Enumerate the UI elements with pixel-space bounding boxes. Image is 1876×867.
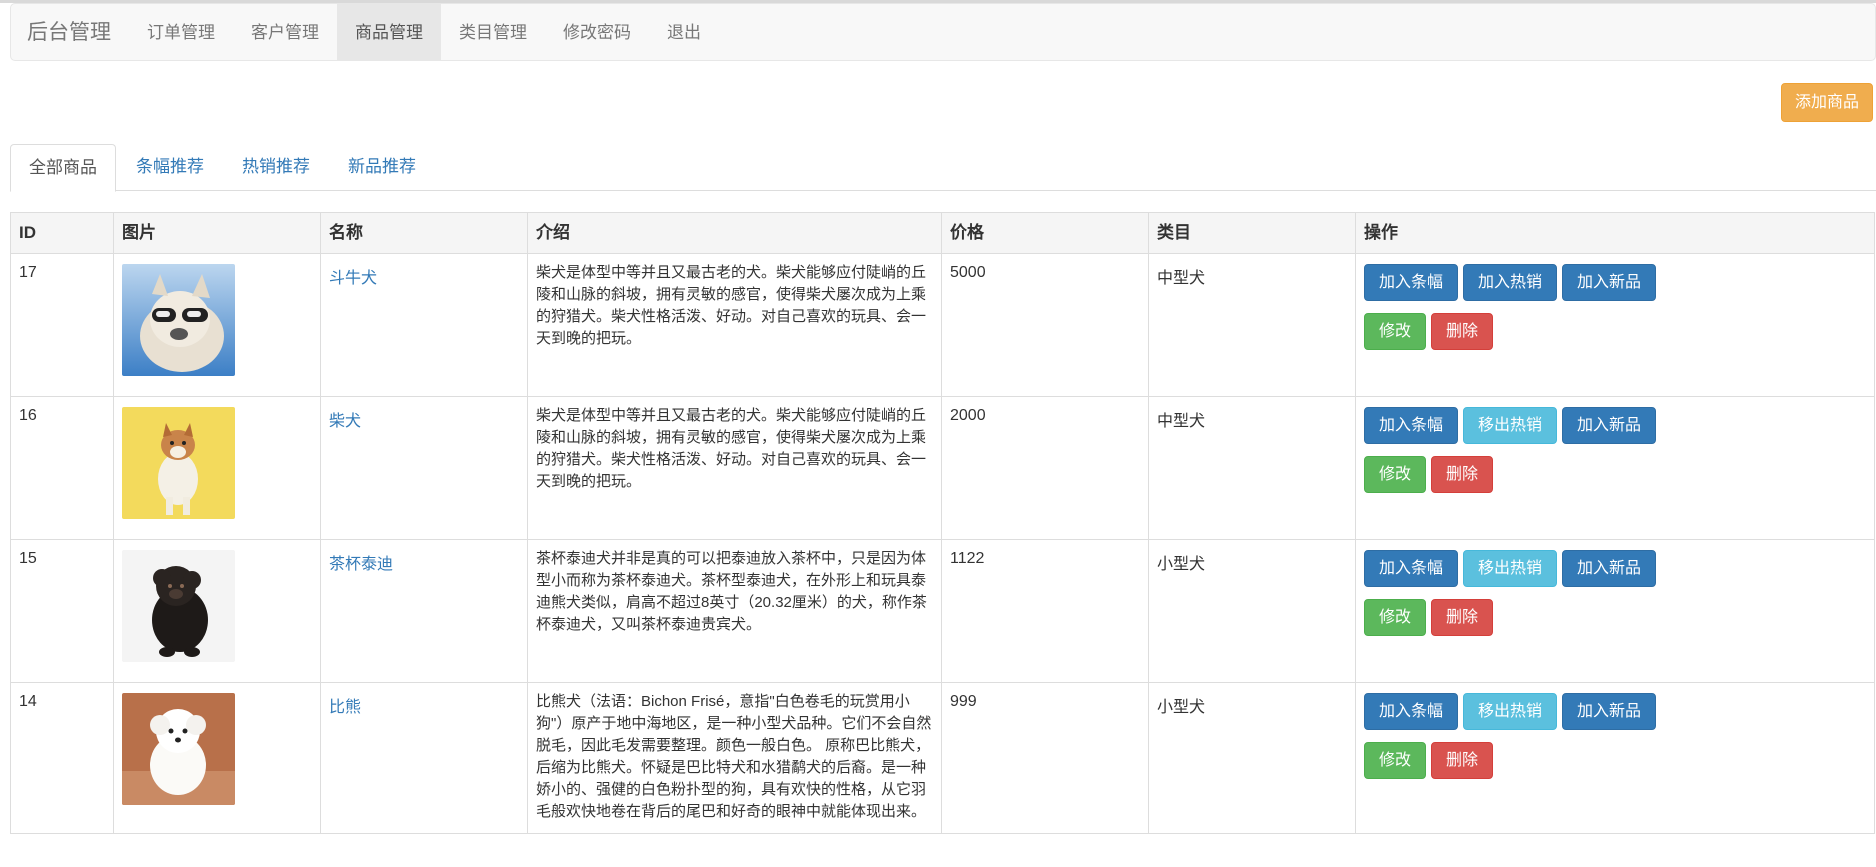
product-image [122, 693, 235, 805]
cell-description: 茶杯泰迪犬并非是真的可以把泰迪放入茶杯中，只是因为体型小而称为茶杯泰迪犬。茶杯型… [527, 539, 942, 683]
header-description: 介绍 [527, 212, 942, 254]
cell-actions: 加入条幅 移出热销 加入新品 修改 删除 [1355, 396, 1875, 540]
add-banner-button[interactable]: 加入条幅 [1364, 264, 1459, 301]
nav-item-products[interactable]: 商品管理 [337, 4, 441, 60]
product-name-link[interactable]: 柴犬 [329, 413, 361, 430]
cell-category: 小型犬 [1148, 539, 1356, 683]
header-id: ID [10, 212, 114, 254]
cell-price: 2000 [941, 396, 1149, 540]
cell-price: 5000 [941, 253, 1149, 397]
header-price: 价格 [941, 212, 1149, 254]
cell-image [113, 396, 321, 540]
cell-actions: 加入条幅 移出热销 加入新品 修改 删除 [1355, 682, 1875, 834]
cell-actions: 加入条幅 加入热销 加入新品 修改 删除 [1355, 253, 1875, 397]
tab-hot-recommend[interactable]: 热销推荐 [224, 144, 328, 191]
add-new-button[interactable]: 加入新品 [1562, 407, 1657, 444]
header-actions: 操作 [1355, 212, 1875, 254]
header-category: 类目 [1148, 212, 1356, 254]
product-name-link[interactable]: 比熊 [329, 699, 361, 716]
nav-item-customers[interactable]: 客户管理 [233, 4, 337, 60]
add-product-button[interactable]: 添加商品 [1781, 83, 1873, 122]
remove-hot-button[interactable]: 移出热销 [1463, 407, 1558, 444]
cell-image [113, 253, 321, 397]
cell-image [113, 682, 321, 834]
cell-actions: 加入条幅 移出热销 加入新品 修改 删除 [1355, 539, 1875, 683]
table-row: 16 柴犬 柴犬是体型中等并且又最古老的犬。柴犬能够应付陡峭的丘陵和山脉的斜坡，… [10, 396, 1875, 540]
add-new-button[interactable]: 加入新品 [1562, 693, 1657, 730]
add-banner-button[interactable]: 加入条幅 [1364, 407, 1459, 444]
cell-description: 比熊犬（法语：Bichon Frisé，意指"白色卷毛的玩赏用小狗"）原产于地中… [527, 682, 942, 834]
add-new-button[interactable]: 加入新品 [1562, 550, 1657, 587]
table-row: 15 茶杯泰迪 茶杯泰迪犬并非是真的可以把泰迪放入茶杯中，只是因为体型小而称为茶… [10, 539, 1875, 683]
navbar-brand[interactable]: 后台管理 [11, 4, 129, 60]
cell-price: 999 [941, 682, 1149, 834]
edit-button[interactable]: 修改 [1364, 313, 1427, 350]
nav-item-logout[interactable]: 退出 [649, 4, 719, 60]
cell-id: 15 [10, 539, 114, 683]
remove-hot-button[interactable]: 移出热销 [1463, 550, 1558, 587]
tab-all-products[interactable]: 全部商品 [10, 144, 116, 192]
cell-category: 小型犬 [1148, 682, 1356, 834]
product-image [122, 407, 235, 519]
delete-button[interactable]: 删除 [1431, 599, 1494, 636]
header-name: 名称 [320, 212, 528, 254]
cell-image [113, 539, 321, 683]
add-hot-button[interactable]: 加入热销 [1463, 264, 1558, 301]
cell-id: 17 [10, 253, 114, 397]
table-row: 17 斗牛犬 柴犬是体型中等并且又最古老的犬。柴犬能够应付陡峭的丘陵和山脉的斜坡… [10, 253, 1875, 397]
cell-description: 柴犬是体型中等并且又最古老的犬。柴犬能够应付陡峭的丘陵和山脉的斜坡，拥有灵敏的感… [527, 396, 942, 540]
cell-id: 14 [10, 682, 114, 834]
delete-button[interactable]: 删除 [1431, 456, 1494, 493]
product-tabs: 全部商品 条幅推荐 热销推荐 新品推荐 [10, 144, 1876, 192]
remove-hot-button[interactable]: 移出热销 [1463, 693, 1558, 730]
top-navbar: 后台管理 订单管理 客户管理 商品管理 类目管理 修改密码 退出 [10, 3, 1876, 61]
tab-banner-recommend[interactable]: 条幅推荐 [118, 144, 222, 191]
cell-category: 中型犬 [1148, 396, 1356, 540]
cell-category: 中型犬 [1148, 253, 1356, 397]
nav-item-categories[interactable]: 类目管理 [441, 4, 545, 60]
edit-button[interactable]: 修改 [1364, 456, 1427, 493]
edit-button[interactable]: 修改 [1364, 599, 1427, 636]
nav-item-orders[interactable]: 订单管理 [129, 4, 233, 60]
product-image [122, 550, 235, 662]
cell-price: 1122 [941, 539, 1149, 683]
delete-button[interactable]: 删除 [1431, 313, 1494, 350]
add-banner-button[interactable]: 加入条幅 [1364, 550, 1459, 587]
product-name-link[interactable]: 茶杯泰迪 [329, 556, 393, 573]
table-header-row: ID 图片 名称 介绍 价格 类目 操作 [10, 212, 1875, 254]
tab-new-recommend[interactable]: 新品推荐 [330, 144, 434, 191]
header-image: 图片 [113, 212, 321, 254]
product-table-container: ID 图片 名称 介绍 价格 类目 操作 17 斗牛犬 柴犬是体型中等并且又最古… [10, 212, 1875, 834]
product-table: ID 图片 名称 介绍 价格 类目 操作 17 斗牛犬 柴犬是体型中等并且又最古… [10, 212, 1875, 834]
cell-description: 柴犬是体型中等并且又最古老的犬。柴犬能够应付陡峭的丘陵和山脉的斜坡，拥有灵敏的感… [527, 253, 942, 397]
cell-id: 16 [10, 396, 114, 540]
add-new-button[interactable]: 加入新品 [1562, 264, 1657, 301]
add-banner-button[interactable]: 加入条幅 [1364, 693, 1459, 730]
edit-button[interactable]: 修改 [1364, 742, 1427, 779]
product-name-link[interactable]: 斗牛犬 [329, 270, 377, 287]
delete-button[interactable]: 删除 [1431, 742, 1494, 779]
table-row: 14 比熊 比熊犬（法语：Bichon Frisé，意指"白色卷毛的玩赏用小狗"… [10, 682, 1875, 834]
nav-item-change-password[interactable]: 修改密码 [545, 4, 649, 60]
product-image [122, 264, 235, 376]
